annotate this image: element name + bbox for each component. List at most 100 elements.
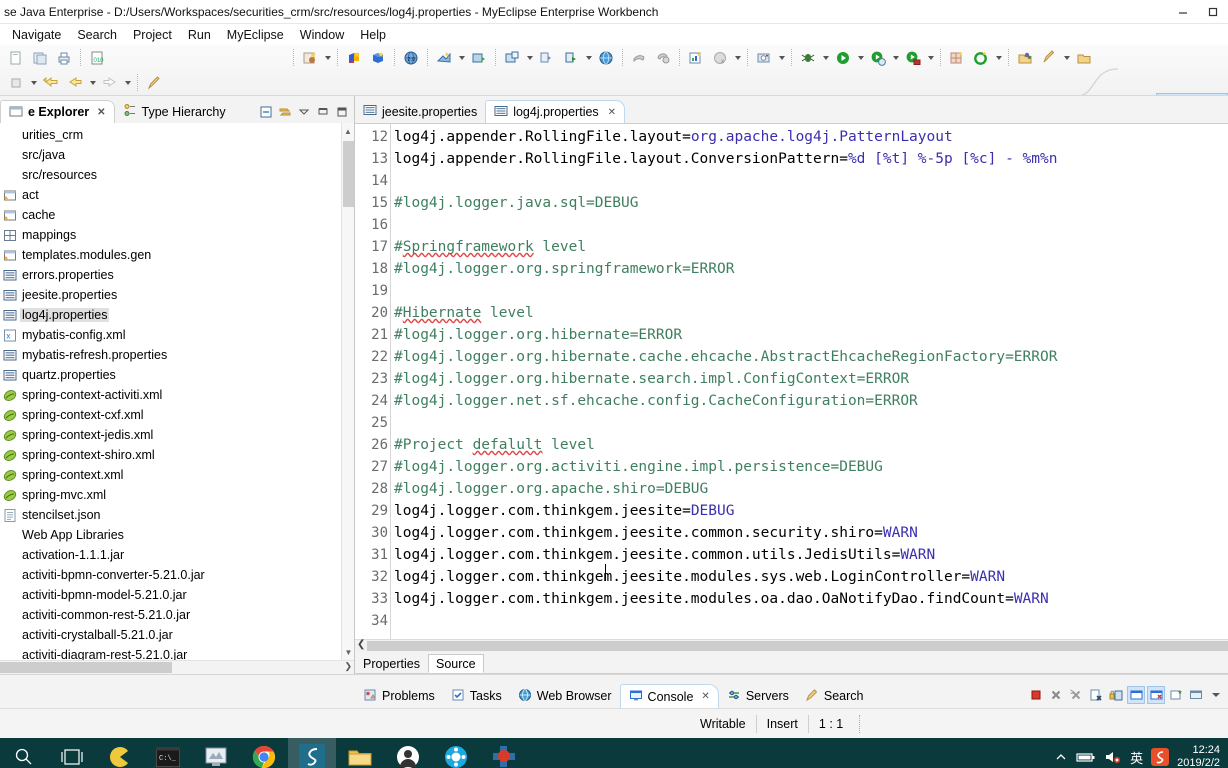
tab-tasks[interactable]: Tasks	[443, 684, 510, 708]
sub-tab-source[interactable]: Source	[427, 654, 484, 673]
pencil-icon[interactable]	[143, 72, 165, 94]
new-interface-icon[interactable]	[367, 47, 389, 69]
chevron-down-icon[interactable]	[890, 48, 901, 68]
chevron-down-icon[interactable]	[732, 48, 743, 68]
project-tree[interactable]: urities_crm src/java src/resources act cache…	[0, 123, 354, 660]
sub-tab-properties[interactable]: Properties	[355, 654, 428, 673]
menu-item-project[interactable]: Project	[125, 26, 180, 44]
tree-item[interactable]: urities_crm	[0, 125, 354, 145]
tree-item[interactable]: activiti-crystalball-5.21.0.jar	[0, 625, 354, 645]
chevron-down-icon[interactable]	[925, 48, 936, 68]
new-class-icon[interactable]	[343, 47, 365, 69]
maximize-button[interactable]	[1198, 0, 1228, 24]
tree-item[interactable]: activiti-bpmn-model-5.21.0.jar	[0, 585, 354, 605]
chevron-down-icon[interactable]	[583, 48, 594, 68]
run-icon[interactable]	[832, 47, 854, 69]
myeclipse-icon[interactable]	[288, 738, 336, 768]
new-report-icon[interactable]	[685, 47, 707, 69]
open-browser-icon[interactable]	[595, 47, 617, 69]
run-configurations-icon[interactable]	[902, 47, 924, 69]
tree-item[interactable]: src/resources	[0, 165, 354, 185]
chevron-down-icon[interactable]	[855, 48, 866, 68]
pacman-app-icon[interactable]	[96, 738, 144, 768]
tab-web-browser[interactable]: Web Browser	[510, 684, 620, 708]
code-editor[interactable]: 12 13 14 15 16 17 18 19 20 21 22 23 24 25 26 27 28 29 30 31…	[355, 123, 1228, 639]
forward-arrow-icon[interactable]	[99, 72, 121, 94]
tree-item[interactable]: spring-context.xml	[0, 465, 354, 485]
terminate-icon[interactable]	[1027, 686, 1045, 704]
ime-indicator[interactable]: 英	[1130, 748, 1143, 767]
new-git-icon[interactable]	[970, 47, 992, 69]
chevron-down-icon[interactable]	[820, 48, 831, 68]
battery-icon[interactable]	[1076, 750, 1096, 764]
scroll-up-arrow[interactable]: ▲	[342, 123, 354, 139]
sogou-ime-icon[interactable]	[1151, 748, 1170, 766]
tree-item[interactable]: x mybatis-config.xml	[0, 325, 354, 345]
new-package-wizard-icon[interactable]	[946, 47, 968, 69]
media-player-icon[interactable]	[432, 738, 480, 768]
pin-console-icon[interactable]	[1127, 686, 1145, 704]
tab-servers[interactable]: Servers	[719, 684, 797, 708]
open-console-icon[interactable]	[1167, 686, 1185, 704]
chevron-down-icon[interactable]	[1061, 48, 1072, 68]
perspective-myeclipse-button[interactable]: MyEclip	[1155, 93, 1228, 95]
minimize-button[interactable]	[1168, 0, 1198, 24]
minimize-icon[interactable]	[315, 104, 331, 120]
run-app-icon[interactable]	[560, 47, 582, 69]
scroll-down-arrow[interactable]: ▼	[342, 644, 354, 660]
new-icon[interactable]	[5, 47, 27, 69]
import-icon[interactable]	[628, 47, 650, 69]
remove-all-launches-icon[interactable]	[1067, 686, 1085, 704]
scroll-thumb[interactable]	[0, 662, 172, 673]
new-java-package-icon[interactable]	[299, 47, 321, 69]
run-server-icon[interactable]	[468, 47, 490, 69]
tree-item[interactable]: templates.modules.gen	[0, 245, 354, 265]
tab-package-explorer[interactable]: e Explorer ✕	[0, 100, 115, 123]
task-view-icon[interactable]	[48, 738, 96, 768]
scroll-right-arrow[interactable]: ❯	[344, 661, 352, 672]
view-menu-icon[interactable]	[296, 104, 312, 120]
tree-item[interactable]: cache	[0, 205, 354, 225]
editor-tab-log4j-properties[interactable]: log4j.properties ✕	[485, 100, 626, 123]
run-history-icon[interactable]	[867, 47, 889, 69]
chevron-down-icon[interactable]	[993, 48, 1004, 68]
tree-item[interactable]: mappings	[0, 225, 354, 245]
chevron-down-icon[interactable]	[28, 73, 39, 93]
tree-item[interactable]: log4j.properties	[0, 305, 354, 325]
tab-console[interactable]: Console ✕	[619, 684, 719, 708]
chevron-down-icon[interactable]	[524, 48, 535, 68]
file-explorer-icon[interactable]	[336, 738, 384, 768]
deploy-icon[interactable]	[433, 47, 455, 69]
print-icon[interactable]	[53, 47, 75, 69]
tree-item[interactable]: spring-context-jedis.xml	[0, 425, 354, 445]
taskbar-clock[interactable]: 12:24 2019/2/2	[1177, 744, 1222, 768]
search-ref-icon[interactable]	[1038, 47, 1060, 69]
tree-item[interactable]: spring-context-shiro.xml	[0, 445, 354, 465]
export-icon[interactable]	[652, 47, 674, 69]
toggle-breakpoint-icon[interactable]: 010	[86, 47, 108, 69]
tab-search[interactable]: Search	[797, 684, 872, 708]
chevron-down-icon[interactable]	[122, 73, 133, 93]
open-perspective-icon[interactable]	[1134, 93, 1156, 95]
tree-item[interactable]: jeesite.properties	[0, 285, 354, 305]
menu-item-search[interactable]: Search	[69, 26, 125, 44]
clear-console-icon[interactable]	[1087, 686, 1105, 704]
snapshot-icon[interactable]	[753, 47, 775, 69]
view-menu-icon[interactable]	[1207, 686, 1225, 704]
tree-item[interactable]: activation-1.1.1.jar	[0, 545, 354, 565]
editor-app-icon[interactable]	[192, 738, 240, 768]
remove-launch-icon[interactable]	[1047, 686, 1065, 704]
display-console-icon[interactable]	[1147, 686, 1165, 704]
new-web-project-icon[interactable]: 2.0	[400, 47, 422, 69]
link-with-editor-icon[interactable]	[277, 104, 293, 120]
sync-icon[interactable]	[536, 47, 558, 69]
open-perspective-small-icon[interactable]	[501, 47, 523, 69]
tree-item[interactable]: act	[0, 185, 354, 205]
tree-item[interactable]: stencilset.json	[0, 505, 354, 525]
menu-item-myeclipse[interactable]: MyEclipse	[219, 26, 292, 44]
tree-item[interactable]: spring-mvc.xml	[0, 485, 354, 505]
close-icon[interactable]: ✕	[701, 691, 709, 702]
collapse-all-icon[interactable]	[258, 104, 274, 120]
tree-item[interactable]: activiti-bpmn-converter-5.21.0.jar	[0, 565, 354, 585]
tree-horizontal-scrollbar[interactable]: ❯	[0, 660, 354, 674]
